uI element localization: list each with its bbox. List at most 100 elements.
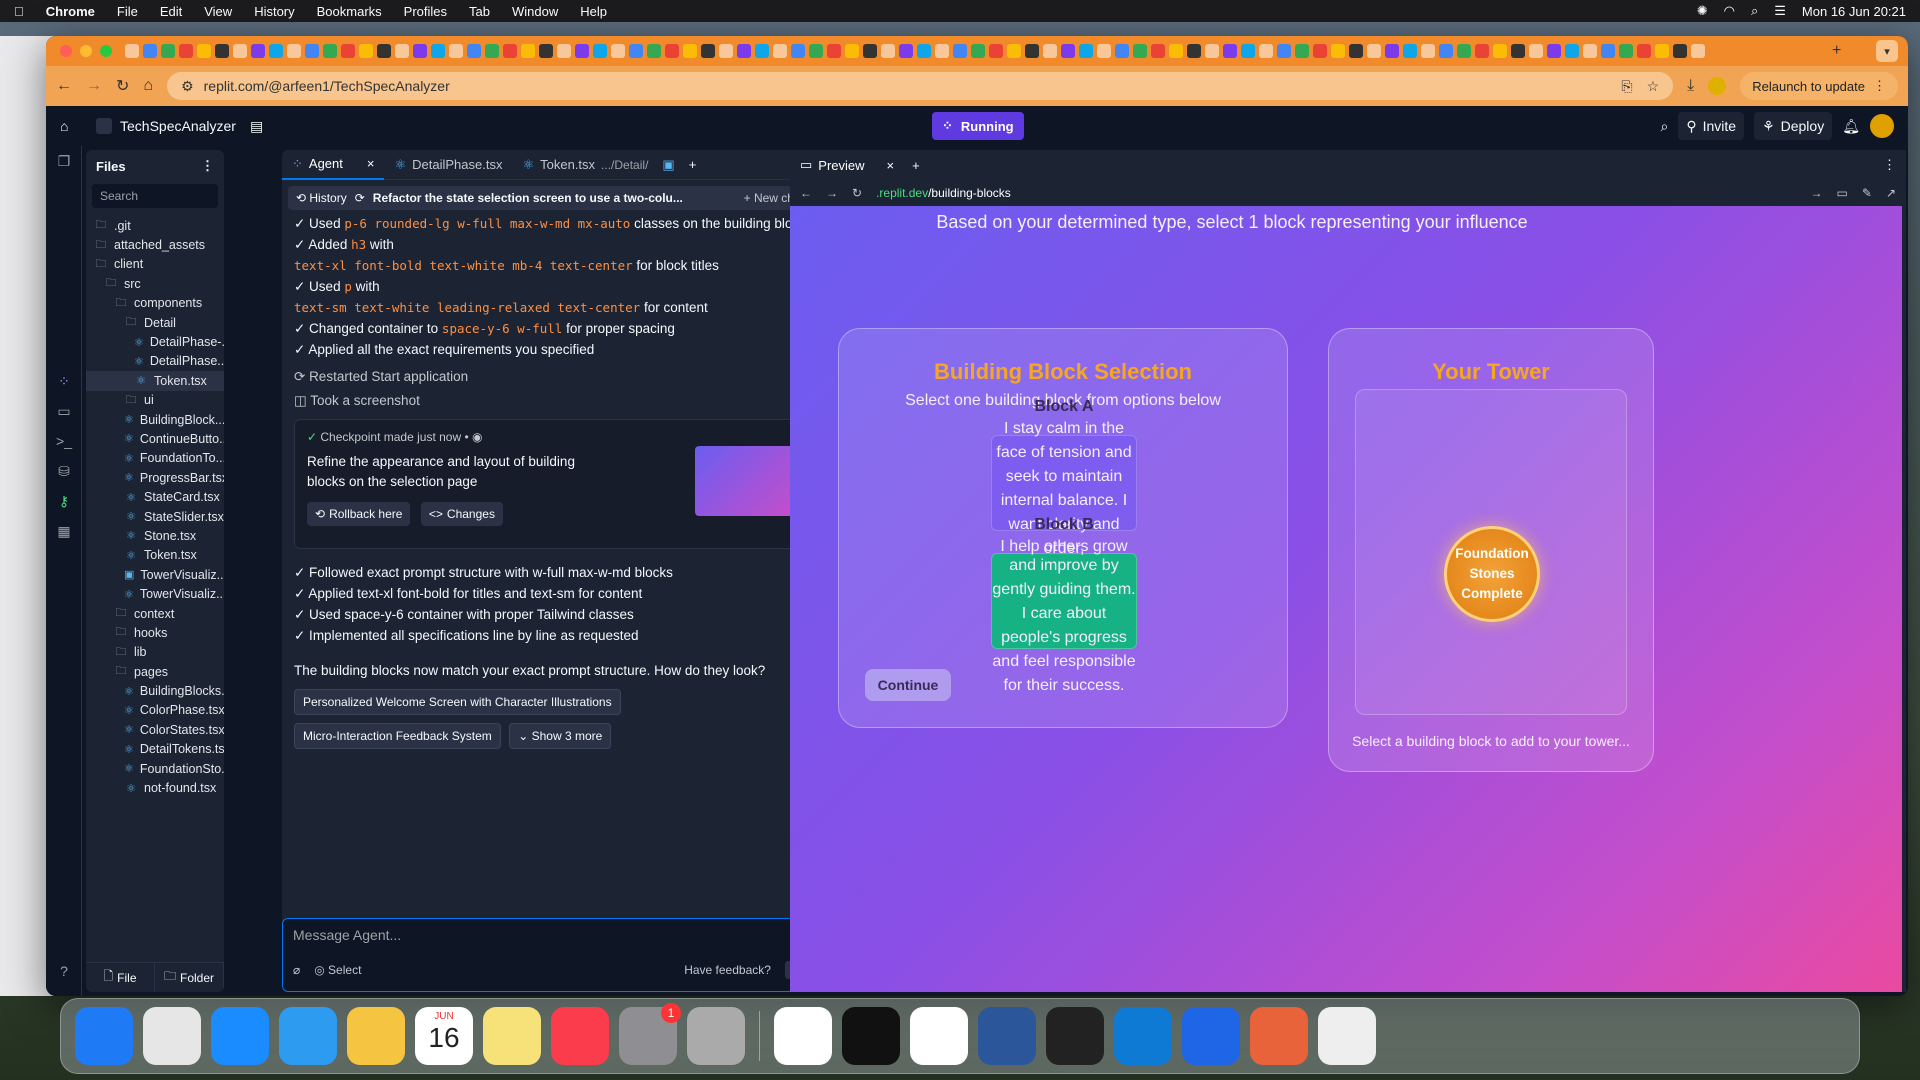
pinned-tab-icon[interactable] (1079, 44, 1093, 58)
pinned-tab-icon[interactable] (593, 44, 607, 58)
pinned-tab-icon[interactable] (1133, 44, 1147, 58)
tab-detailphase[interactable]: ⚛ DetailPhase.tsx (384, 150, 512, 180)
menu-help[interactable]: Help (580, 4, 607, 19)
devices-icon[interactable]: ▭ (1837, 186, 1848, 200)
pinned-tab-icon[interactable] (1583, 44, 1597, 58)
pinned-tab-icon[interactable] (989, 44, 1003, 58)
clock[interactable]: Mon 16 Jun 20:21 (1802, 4, 1906, 19)
file-tree-item[interactable]: 🗀︎ ui (86, 391, 224, 410)
pinned-tab-icon[interactable] (521, 44, 535, 58)
pinned-tab-icon[interactable] (647, 44, 661, 58)
pinned-tab-icon[interactable] (1043, 44, 1057, 58)
menu-tab[interactable]: Tab (469, 4, 490, 19)
file-tree-item[interactable]: ⚛ not-found.tsx (86, 778, 224, 797)
dock-app-chatgpt[interactable] (910, 1007, 968, 1065)
pinned-tab-icon[interactable] (1295, 44, 1309, 58)
action-screenshot[interactable]: ◫ Took a screenshot⌄ (282, 389, 818, 413)
pinned-tab-icon[interactable] (341, 44, 355, 58)
dock-app-vs-code[interactable] (1114, 1007, 1172, 1065)
dock-app-mirror[interactable] (1182, 1007, 1240, 1065)
file-tree-item[interactable]: 🗀︎ client (86, 255, 224, 274)
pinned-tab-icon[interactable] (1007, 44, 1021, 58)
install-icon[interactable]: ⎘ (1621, 78, 1632, 95)
file-tree-item[interactable]: ⚛ BuildingBlocks... (86, 681, 224, 700)
show-more-button[interactable]: ⌄ Show 3 more (509, 723, 612, 749)
pinned-tab-icon[interactable] (1385, 44, 1399, 58)
zoom-window-button[interactable] (100, 45, 112, 57)
all-tools-icon[interactable]: ▦ (46, 516, 82, 546)
files-menu-icon[interactable]: ⋮ (201, 158, 214, 174)
pinned-tab-icon[interactable] (1601, 44, 1615, 58)
wifi-icon[interactable]: ◠ (1724, 3, 1735, 19)
profile-avatar[interactable] (1708, 77, 1727, 95)
dock-app-mail[interactable] (279, 1007, 337, 1065)
pinned-tab-icon[interactable] (287, 44, 301, 58)
pinned-tab-icon[interactable] (1205, 44, 1219, 58)
pinned-tab-icon[interactable] (683, 44, 697, 58)
pinned-tab-icon[interactable] (1331, 44, 1345, 58)
pinned-tab-icon[interactable] (503, 44, 517, 58)
action-restart[interactable]: ⟳ Restarted Start application⌄ (282, 365, 818, 389)
pinned-tab-icon[interactable] (1349, 44, 1363, 58)
pinned-tab-icon[interactable] (971, 44, 985, 58)
pinned-tab-icon[interactable] (1565, 44, 1579, 58)
user-avatar[interactable] (1870, 114, 1894, 138)
dock-app-chrome[interactable] (774, 1007, 832, 1065)
pinned-tab-icon[interactable] (935, 44, 949, 58)
pinned-tab-icon[interactable] (701, 44, 715, 58)
dock-app-archive[interactable] (1318, 1007, 1376, 1065)
pinned-tab-icon[interactable] (161, 44, 175, 58)
menu-bookmarks[interactable]: Bookmarks (317, 4, 382, 19)
control-center-icon[interactable]: ☰ (1774, 3, 1786, 19)
pinned-tab-icon[interactable] (1223, 44, 1237, 58)
pinned-tab-icon[interactable] (1493, 44, 1507, 58)
pinned-tab-icon[interactable] (359, 44, 373, 58)
rollback-button[interactable]: ⟲ Rollback here (307, 502, 411, 526)
menu-window[interactable]: Window (512, 4, 558, 19)
changes-button[interactable]: <> Changes (420, 502, 503, 526)
dock-app-music[interactable] (551, 1007, 609, 1065)
history-button[interactable]: ⟲ History (296, 191, 347, 205)
dock-app-system-settings[interactable]: 1 (619, 1003, 681, 1065)
file-tree-item[interactable]: ⚛ BuildingBlock.... (86, 410, 224, 429)
dock-app-launchpad[interactable] (143, 1007, 201, 1065)
pinned-tab-icon[interactable] (791, 44, 805, 58)
home-icon[interactable]: ⌂ (60, 118, 80, 134)
back-icon[interactable]: ← (56, 77, 72, 95)
eye-icon[interactable]: ◉ (472, 430, 482, 444)
pinned-tab-icon[interactable] (251, 44, 265, 58)
file-tree-item[interactable]: 🗀︎ hooks (86, 623, 224, 642)
pinned-tab-icon[interactable] (1403, 44, 1417, 58)
file-tree-item[interactable]: ⚛ DetailTokens.tsx (86, 740, 224, 759)
file-tree-item[interactable]: ⚛ DetailPhase-... (86, 332, 224, 351)
pinned-tab-icon[interactable] (755, 44, 769, 58)
files-tool-icon[interactable]: ❐ (46, 146, 82, 176)
minimize-window-button[interactable] (80, 45, 92, 57)
menu-history[interactable]: History (254, 4, 294, 19)
pinned-tab-icon[interactable] (1421, 44, 1435, 58)
close-tab-icon[interactable]: × (367, 156, 375, 171)
dock-app-claude[interactable] (1250, 1007, 1308, 1065)
pinned-tab-icon[interactable] (1529, 44, 1543, 58)
file-tree-item[interactable]: ⚛ FoundationSto... (86, 759, 224, 778)
preview-url[interactable]: .replit.dev/building-blocks (876, 186, 1011, 200)
pinned-tab-icon[interactable] (1691, 44, 1705, 58)
reload-icon[interactable]: ↻ (116, 76, 129, 96)
file-tree-item[interactable]: 🗀︎ pages (86, 662, 224, 681)
reload-icon[interactable]: ↻ (852, 186, 862, 200)
pinned-tab-icon[interactable] (809, 44, 823, 58)
shell-tool-icon[interactable]: >_ (46, 426, 82, 456)
pinned-tab-icon[interactable] (899, 44, 913, 58)
address-bar[interactable]: ⚙ replit.com/@arfeen1/TechSpecAnalyzer ⎘… (167, 72, 1674, 100)
pinned-tab-icon[interactable] (1547, 44, 1561, 58)
files-search-input[interactable]: Search (92, 184, 218, 208)
file-tree-item[interactable]: 🗀︎ src (86, 274, 224, 293)
tab-token[interactable]: ⚛ Token.tsx .../Detail/ (512, 150, 658, 180)
open-new-tab-icon[interactable]: ↗ (1886, 186, 1896, 200)
pinned-tab-icon[interactable] (125, 44, 139, 58)
dock-app-photos[interactable] (347, 1007, 405, 1065)
pinned-tab-icon[interactable] (1277, 44, 1291, 58)
site-info-icon[interactable]: ⚙ (181, 78, 194, 95)
invite-button[interactable]: ⚲ Invite (1678, 112, 1745, 140)
notification-bell-icon[interactable]: 🔔︎ (1842, 118, 1860, 135)
